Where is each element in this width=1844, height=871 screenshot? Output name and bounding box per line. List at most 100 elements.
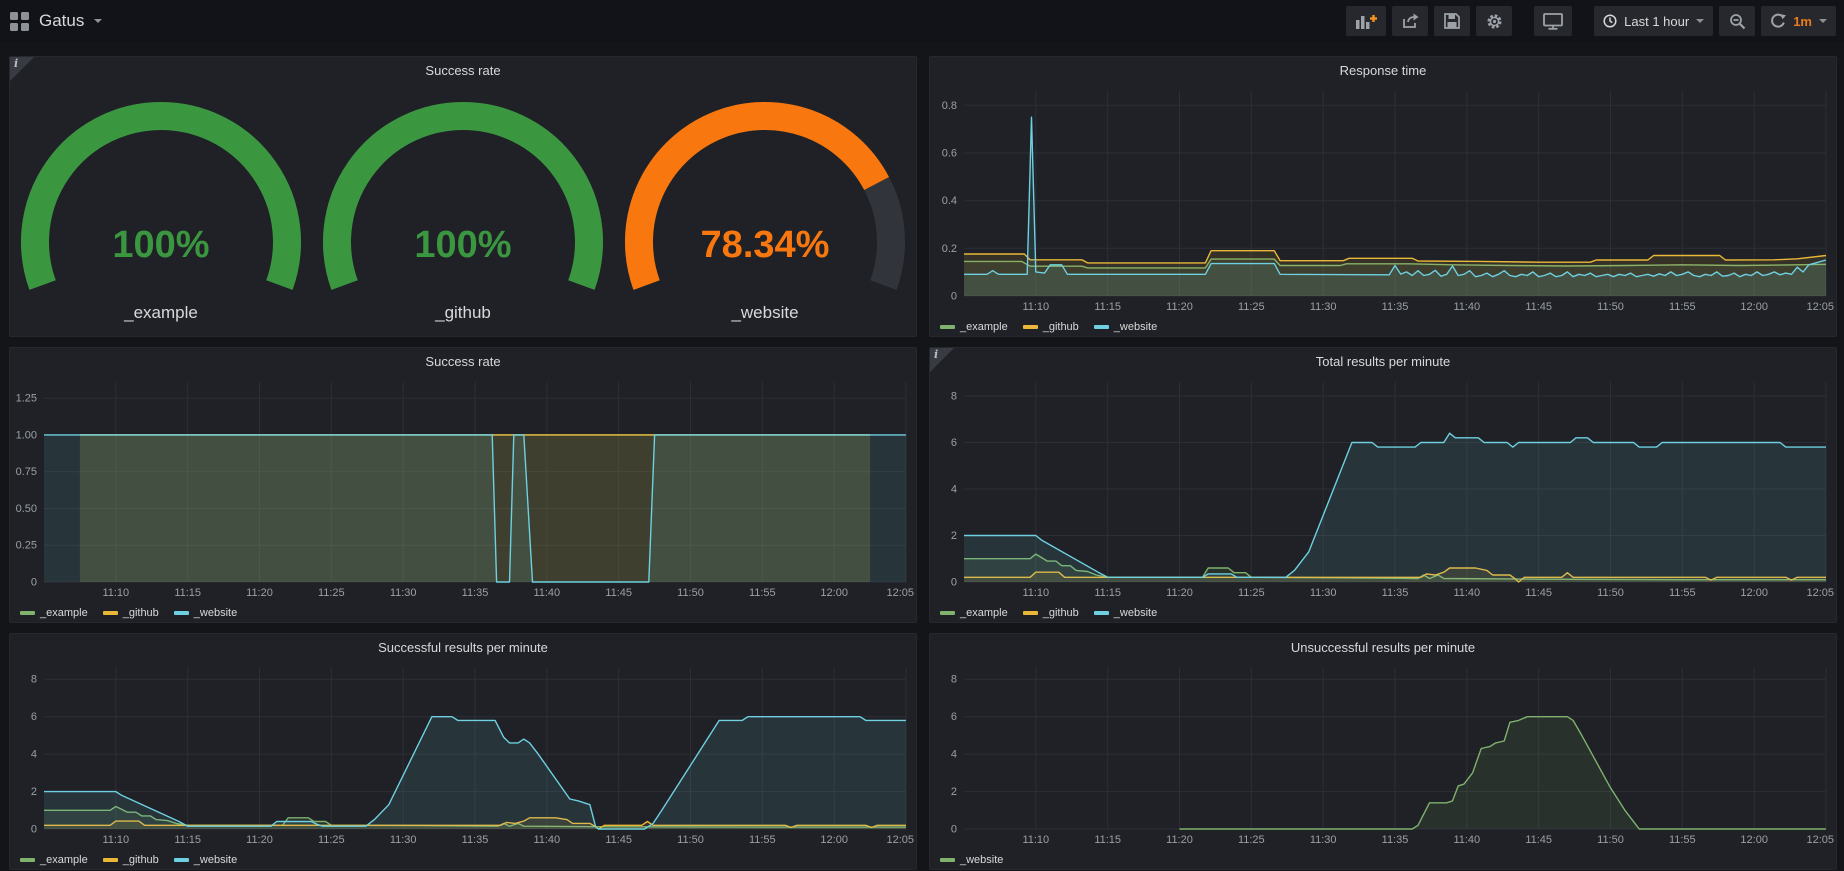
refresh-icon: [1770, 13, 1786, 29]
panel-title[interactable]: Success rate: [10, 57, 916, 83]
share-button[interactable]: [1392, 6, 1428, 36]
panel-success-rate-gauges: i Success rate 100%_example100%_github78…: [9, 56, 917, 337]
svg-text:11:10: 11:10: [1022, 587, 1049, 599]
panel-title[interactable]: Total results per minute: [930, 348, 1836, 374]
legend-item-_github[interactable]: _github: [1023, 321, 1079, 333]
gauge-value: 100%: [414, 224, 511, 266]
save-button[interactable]: [1434, 6, 1470, 36]
legend-name: _website: [194, 854, 237, 866]
svg-text:0.75: 0.75: [16, 466, 37, 478]
svg-text:12:00: 12:00: [1740, 834, 1768, 846]
legend-name: _example: [960, 321, 1008, 333]
gauge-label: _website: [731, 303, 798, 323]
svg-text:12:00: 12:00: [820, 587, 848, 599]
panel-title[interactable]: Unsuccessful results per minute: [930, 634, 1836, 660]
legend-color: [1094, 325, 1109, 329]
legend-item-_example[interactable]: _example: [940, 321, 1008, 333]
settings-button[interactable]: [1476, 6, 1512, 36]
svg-text:0: 0: [31, 577, 37, 589]
svg-text:0.4: 0.4: [942, 195, 957, 207]
legend-name: _website: [1114, 321, 1157, 333]
refresh-interval-label: 1m: [1793, 14, 1812, 29]
svg-text:11:40: 11:40: [1453, 834, 1480, 846]
svg-text:0.8: 0.8: [942, 100, 957, 112]
chart-canvas[interactable]: 0246811:1011:1511:2011:2511:3011:3511:40…: [930, 660, 1836, 847]
svg-text:12:00: 12:00: [1740, 587, 1768, 599]
legend-item-_example[interactable]: _example: [940, 607, 1008, 619]
panel-title[interactable]: Response time: [930, 57, 1836, 83]
chevron-down-icon[interactable]: [94, 19, 102, 23]
svg-text:6: 6: [951, 437, 957, 449]
svg-text:11:45: 11:45: [1525, 301, 1552, 313]
svg-text:11:25: 11:25: [318, 834, 345, 846]
legend-item-_github[interactable]: _github: [103, 854, 159, 866]
gauge-arc: 100%: [11, 97, 311, 297]
svg-text:11:35: 11:35: [1382, 587, 1409, 599]
add-panel-button[interactable]: [1346, 6, 1386, 36]
gauge-value: 78.34%: [701, 224, 830, 266]
svg-text:11:15: 11:15: [174, 834, 201, 846]
svg-text:2: 2: [951, 786, 957, 798]
legend-color: [174, 611, 189, 615]
svg-text:4: 4: [951, 749, 957, 761]
share-icon: [1401, 13, 1419, 29]
gauge-label: _example: [124, 303, 198, 323]
panel-title[interactable]: Successful results per minute: [10, 634, 916, 660]
legend-name: _example: [960, 607, 1008, 619]
legend-item-_website[interactable]: _website: [1094, 607, 1157, 619]
legend-name: _example: [40, 854, 88, 866]
apps-grid-icon[interactable]: [10, 12, 29, 31]
svg-text:11:55: 11:55: [1669, 834, 1696, 846]
legend-item-_example[interactable]: _example: [20, 854, 88, 866]
zoom-out-button[interactable]: [1719, 6, 1755, 36]
legend-color: [20, 858, 35, 862]
legend-item-_website[interactable]: _website: [174, 854, 237, 866]
legend: _example _github _website: [20, 854, 237, 866]
refresh-button[interactable]: 1m: [1761, 6, 1836, 36]
svg-text:2: 2: [951, 530, 957, 542]
svg-text:11:35: 11:35: [462, 834, 489, 846]
legend-item-_website[interactable]: _website: [1094, 321, 1157, 333]
panel-title[interactable]: Success rate: [10, 348, 916, 374]
svg-text:11:45: 11:45: [1525, 587, 1552, 599]
legend-color: [20, 611, 35, 615]
chart-canvas[interactable]: 00.250.500.751.001.2511:1011:1511:2011:2…: [10, 374, 916, 600]
gauge-_github: 100%_github: [312, 97, 614, 336]
svg-text:11:45: 11:45: [1525, 834, 1552, 846]
chart-canvas[interactable]: 0246811:1011:1511:2011:2511:3011:3511:40…: [930, 374, 1836, 600]
tv-mode-icon: [1543, 13, 1563, 30]
legend-item-_website[interactable]: _website: [174, 607, 237, 619]
svg-text:6: 6: [951, 711, 957, 723]
panel-success-rate-graph: Success rate 00.250.500.751.001.2511:101…: [9, 347, 917, 623]
svg-text:11:55: 11:55: [1669, 301, 1696, 313]
svg-text:11:50: 11:50: [1597, 834, 1624, 846]
svg-text:8: 8: [951, 674, 957, 686]
svg-text:11:20: 11:20: [1166, 834, 1193, 846]
svg-text:11:40: 11:40: [533, 834, 560, 846]
legend-item-_github[interactable]: _github: [1023, 607, 1079, 619]
dashboard-title[interactable]: Gatus: [39, 11, 84, 31]
svg-text:11:40: 11:40: [1453, 301, 1480, 313]
svg-text:11:45: 11:45: [605, 834, 632, 846]
legend-name: _github: [123, 607, 159, 619]
legend-name: _github: [1043, 321, 1079, 333]
svg-text:11:10: 11:10: [102, 587, 129, 599]
svg-text:11:20: 11:20: [246, 587, 273, 599]
svg-text:2: 2: [31, 786, 37, 798]
gauge-arc: 100%: [313, 97, 613, 297]
svg-text:8: 8: [951, 391, 957, 403]
legend-item-_website[interactable]: _website: [940, 854, 1003, 866]
svg-text:11:10: 11:10: [1022, 834, 1049, 846]
tv-mode-button[interactable]: [1534, 6, 1572, 36]
svg-text:1.25: 1.25: [16, 393, 37, 405]
svg-text:12:05: 12:05: [886, 587, 914, 599]
legend-color: [940, 325, 955, 329]
svg-text:8: 8: [31, 674, 37, 686]
gauge-_example: 100% _example: [10, 97, 312, 336]
legend-item-_github[interactable]: _github: [103, 607, 159, 619]
gauge-value: 100%: [112, 224, 209, 266]
legend-item-_example[interactable]: _example: [20, 607, 88, 619]
time-range-button[interactable]: Last 1 hour: [1594, 6, 1713, 36]
chart-canvas[interactable]: 0246811:1011:1511:2011:2511:3011:3511:40…: [10, 660, 916, 847]
chart-canvas[interactable]: 00.20.40.60.811:1011:1511:2011:2511:3011…: [930, 83, 1836, 314]
